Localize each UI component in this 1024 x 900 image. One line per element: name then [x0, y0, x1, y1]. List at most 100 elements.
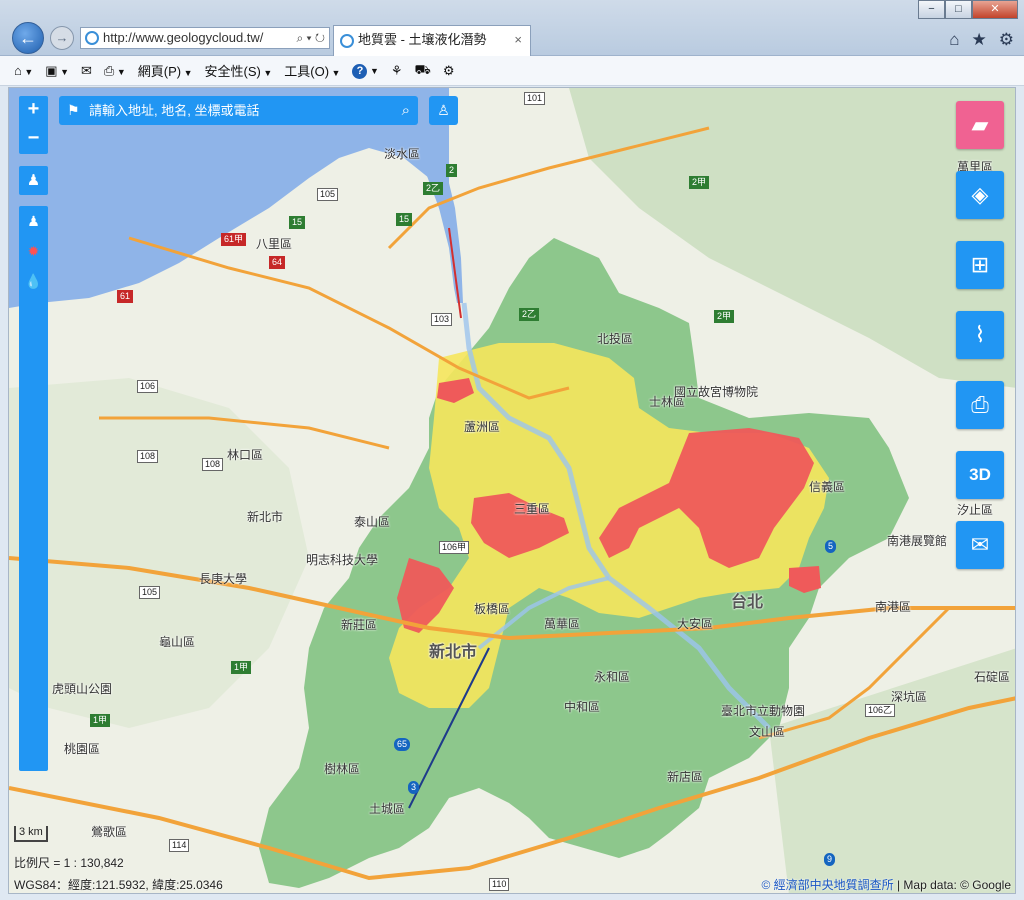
place-label: 虎頭山公園 [52, 682, 113, 696]
ie-icon [340, 34, 354, 48]
3d-view-button[interactable]: 3D [956, 451, 1004, 499]
address-text: http://www.geologycloud.tw/ [103, 30, 264, 45]
search-input[interactable]: ⚑ 請輸入地址, 地名, 坐標或電話 ⌕ [59, 96, 418, 125]
place-label: 新莊區 [341, 618, 378, 632]
basemap [9, 88, 1015, 893]
route-shield: 15 [396, 213, 413, 226]
extension-icon[interactable]: ⛟ [415, 62, 431, 80]
zoom-control: + − [19, 96, 48, 154]
mail-icon[interactable]: ✉ [81, 63, 92, 79]
route-shield: 108 [137, 450, 159, 463]
hill-area-west [9, 378, 309, 728]
route-shield: 2乙 [423, 182, 444, 195]
print-map-button[interactable]: ⎙ [956, 381, 1004, 429]
home-menu-icon[interactable]: ⌂ ▼ [14, 63, 33, 78]
tab-close-icon[interactable]: × [514, 26, 522, 54]
map-viewport[interactable]: 淡水區 八里區 北投區 士林區 林口區 泰山區 新莊區 新北市 板橋區 萬華區 … [8, 87, 1016, 894]
pegman-icon[interactable]: ♙ [429, 96, 458, 125]
route-shield: 61甲 [221, 233, 247, 246]
place-label: 三重區 [514, 502, 551, 516]
zoom-out-button[interactable]: − [19, 125, 48, 154]
place-label: 鶯歌區 [91, 825, 128, 839]
profile-button[interactable]: ⌇ [956, 311, 1004, 359]
place-label: 龜山區 [159, 635, 196, 649]
favorites-icon[interactable]: ★ [972, 30, 987, 50]
route-shield: 106 [137, 380, 159, 393]
tab-title: 地質雲 - 土壤液化潛勢 [358, 32, 487, 47]
route-shield: 105 [139, 586, 161, 599]
route-shield: 3 [408, 781, 420, 794]
basemap-button[interactable]: ◈ [956, 171, 1004, 219]
water-drop-icon[interactable]: 💧 [19, 266, 48, 296]
place-label: 新北市 [247, 510, 284, 524]
close-window-button[interactable]: ✕ [972, 0, 1018, 19]
place-label: 南港區 [875, 600, 912, 614]
route-shield: 101 [524, 92, 546, 105]
place-label: 萬華區 [544, 617, 581, 631]
geology-layer-button[interactable]: ▰ [956, 101, 1004, 149]
route-shield: 2 [446, 164, 458, 177]
attribution-text: | Map data: © Google [893, 878, 1011, 892]
home-icon[interactable]: ⌂ [949, 30, 959, 50]
earthquake-icon[interactable]: ✹ [19, 236, 48, 266]
place-label: 新店區 [667, 770, 704, 784]
printer-icon: ⎙ [971, 392, 989, 417]
place-label: 蘆洲區 [464, 420, 501, 434]
place-label: 淡水區 [384, 147, 421, 161]
settings-icon[interactable]: ⚙ [443, 63, 455, 79]
place-label-city: 台北 [731, 594, 764, 611]
route-shield: 114 [169, 839, 190, 852]
route-shield: 2乙 [519, 308, 540, 321]
route-shield: 106甲 [439, 541, 470, 554]
route-shield: 105 [317, 188, 339, 201]
back-button[interactable]: ← [12, 22, 44, 54]
research-icon[interactable]: ⚘ [391, 63, 403, 79]
feeds-icon[interactable]: ▣ ▼ [45, 63, 69, 79]
scale-bar: 3 km [14, 826, 48, 842]
street-view-icon[interactable]: ♟ [19, 166, 48, 195]
place-label: 桃園區 [64, 742, 101, 756]
address-actions[interactable]: ⌕ ▾ ↻ [296, 28, 325, 48]
help-icon[interactable]: ? ▼ [352, 62, 379, 79]
coordinate-readout: WGS84：經度:121.5932, 緯度:25.0346 [14, 878, 223, 892]
place-label: 林口區 [227, 448, 264, 462]
print-icon[interactable]: ⎙ ▼ [104, 63, 126, 79]
menu-safety[interactable]: 安全性(S) ▼ [205, 61, 273, 80]
place-label: 板橋區 [474, 602, 511, 616]
place-label: 石碇區 [974, 670, 1011, 684]
route-shield: 108 [202, 458, 224, 471]
command-bar: ⌂ ▼ ▣ ▼ ✉ ⎙ ▼ 網頁(P) ▼ 安全性(S) ▼ 工具(O) ▼ ?… [0, 56, 1024, 86]
route-shield: 15 [289, 216, 306, 229]
route-shield: 9 [824, 853, 836, 866]
route-shield: 5 [825, 540, 837, 553]
maximize-button[interactable]: □ [945, 0, 972, 19]
route-shield: 103 [431, 313, 453, 326]
search-icon[interactable]: ⌕ [402, 96, 410, 125]
add-layer-button[interactable]: ⊞ [956, 241, 1004, 289]
place-label: 文山區 [749, 725, 786, 739]
tab-active[interactable]: 地質雲 - 土壤液化潛勢 × [333, 25, 531, 56]
forward-button[interactable]: → [50, 26, 74, 50]
route-shield: 61 [117, 290, 134, 303]
minimize-button[interactable]: − [918, 0, 945, 19]
place-label: 永和區 [594, 670, 631, 684]
route-shield: 1甲 [90, 714, 111, 727]
place-label: 信義區 [809, 480, 846, 494]
place-label: 中和區 [564, 700, 601, 714]
person-icon[interactable]: ♟ [19, 206, 48, 236]
contact-button[interactable]: ✉ [956, 521, 1004, 569]
address-bar[interactable]: http://www.geologycloud.tw/ ⌕ ▾ ↻ [80, 27, 330, 49]
zoom-in-button[interactable]: + [19, 96, 48, 125]
route-shield: 106乙 [865, 704, 896, 717]
place-label: 樹林區 [324, 762, 361, 776]
add-layers-icon: ⊞ [970, 252, 990, 277]
browser-title-bar: − □ ✕ ← → http://www.geologycloud.tw/ ⌕ … [0, 0, 1024, 56]
place-label: 國立故宮博物院 [674, 385, 759, 399]
gear-icon[interactable]: ⚙ [999, 30, 1014, 50]
menu-page[interactable]: 網頁(P) ▼ [138, 61, 193, 80]
menu-tools[interactable]: 工具(O) ▼ [284, 61, 340, 80]
layer-toolbar: ♟ ✹ 💧 [19, 206, 48, 771]
window-controls: − □ ✕ [918, 0, 1018, 19]
attribution-link[interactable]: © 經濟部中央地質調查所 [761, 878, 893, 892]
place-label-city: 新北市 [429, 644, 478, 661]
